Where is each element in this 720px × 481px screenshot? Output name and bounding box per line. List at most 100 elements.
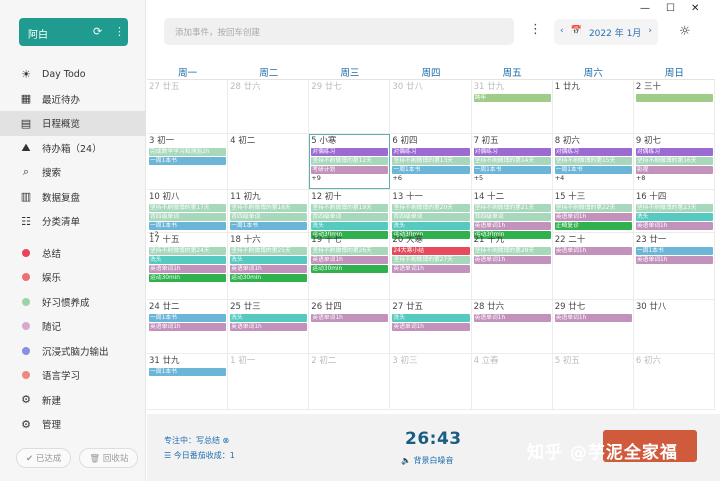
month-navigator[interactable]: ‹ 📅 2022 年 1月 ›: [554, 19, 658, 45]
more-events-link[interactable]: +5: [474, 174, 551, 183]
day-cell[interactable]: 2 初二: [309, 354, 391, 409]
current-month[interactable]: 2022 年 1月: [589, 26, 641, 39]
event-chip[interactable]: 背四级单词: [473, 213, 551, 221]
event-chip[interactable]: 背四级单词: [230, 213, 308, 221]
day-cell[interactable]: 27 廿五 洗头 英语单词1h: [390, 300, 472, 353]
event-chip[interactable]: 坚持不刷微博的第26天: [311, 247, 389, 255]
trash-button[interactable]: 🗑 回收站: [79, 448, 139, 468]
event-chip[interactable]: 英语单词1h: [554, 247, 632, 255]
event-chip[interactable]: 坚持不刷微博的第25天: [230, 247, 308, 255]
sidebar-item-1[interactable]: ▦ 最近待办: [0, 87, 146, 112]
event-input[interactable]: 添加事件，按回车创建: [164, 18, 514, 45]
day-cell[interactable]: 2 三十: [634, 80, 715, 133]
day-cell[interactable]: 15 十三 坚持不刷微博的第22天 英语单词1h 正畸复诊: [553, 190, 634, 232]
clear-focus-icon[interactable]: ⊗: [223, 436, 230, 445]
day-cell[interactable]: 28 廿六 英语单词1h: [472, 300, 553, 353]
event-chip[interactable]: 对偶练习: [311, 148, 389, 156]
day-cell[interactable]: 6 初四 对偶练习 坚持不刷微博的第13天 一周1本书 +6: [390, 134, 472, 189]
event-chip[interactable]: 运动30min: [149, 274, 227, 282]
event-chip[interactable]: 英语单词1h: [554, 213, 632, 221]
day-cell[interactable]: 31 廿九 一周1本书: [147, 354, 229, 409]
event-chip[interactable]: 英语单词1h: [554, 314, 632, 322]
day-cell[interactable]: 29 廿七 英语单词1h: [553, 300, 634, 353]
minimize-icon[interactable]: —: [640, 3, 650, 14]
day-cell[interactable]: 26 廿四 英语单词1h: [309, 300, 391, 353]
prev-month-icon[interactable]: ‹: [560, 26, 564, 38]
more-events-link[interactable]: +4: [555, 174, 632, 183]
more-events-link[interactable]: +8: [636, 174, 713, 183]
event-chip[interactable]: 坚持不刷微博的第27天: [392, 256, 470, 264]
event-chip[interactable]: 英语单词1h: [473, 256, 551, 264]
event-chip[interactable]: 坚持不刷微博的第23天: [635, 204, 713, 212]
more-icon[interactable]: ⋮: [114, 25, 125, 38]
sidebar-item-2[interactable]: ▤ 日程概览: [0, 111, 146, 136]
event-chip[interactable]: 英语单词1h: [311, 256, 389, 264]
sidebar-item-5[interactable]: ▥ 数据复盘: [0, 185, 146, 210]
event-chip[interactable]: 一周1本书: [635, 247, 713, 255]
event-chip[interactable]: 坚持不刷微博的第21天: [473, 204, 551, 212]
day-cell[interactable]: 4 立春: [472, 354, 553, 409]
event-chip[interactable]: 坚持不刷微博的第16天: [635, 157, 713, 165]
day-cell[interactable]: 16 十四 坚持不刷微博的第23天 洗头 英语单词1h: [634, 190, 715, 232]
event-chip[interactable]: 坚持不刷微博的第18天: [230, 204, 308, 212]
day-cell[interactable]: 18 十六 坚持不刷微博的第25天 洗头 英语单词1h 运动30min: [228, 233, 310, 299]
event-chip[interactable]: 一周1本书: [149, 314, 227, 322]
tool-item-1[interactable]: ⚙ 管理: [0, 412, 146, 437]
event-chip[interactable]: 坚持不刷微博的第12天: [311, 157, 389, 165]
event-chip[interactable]: 对偶练习: [392, 148, 470, 156]
event-chip[interactable]: 洗头: [311, 222, 389, 230]
more-events-link[interactable]: +6: [392, 174, 469, 183]
event-chip[interactable]: 洗头: [230, 314, 308, 322]
category-item-2[interactable]: 好习惯养成: [0, 290, 146, 315]
event-chip[interactable]: 24大寒小结: [392, 247, 470, 255]
event-chip[interactable]: 跨年: [473, 94, 551, 102]
day-cell[interactable]: 24 廿二 一周1本书 英语单词1h: [147, 300, 229, 353]
event-chip[interactable]: 英语单词1h: [473, 314, 551, 322]
sidebar-item-3[interactable]: ⛰ 待办箱（24）: [0, 136, 146, 161]
event-chip[interactable]: 坚持不刷微博的第14天: [473, 157, 551, 165]
event-chip[interactable]: 英语单词1h: [392, 323, 470, 331]
sidebar-item-4[interactable]: ⌕ 搜索: [0, 160, 146, 185]
event-chip[interactable]: 坚持不刷微博的第22天: [554, 204, 632, 212]
event-chip[interactable]: 洗头: [392, 314, 470, 322]
event-chip[interactable]: 运动30min: [230, 274, 308, 282]
category-item-3[interactable]: 随记: [0, 314, 146, 339]
day-cell[interactable]: 13 十一 坚持不刷微博的第20天 背四级单词 洗头 运动30min: [390, 190, 472, 239]
event-chip[interactable]: 英语单词1h: [473, 222, 551, 230]
event-chip[interactable]: 英语单词1h: [149, 265, 227, 273]
sidebar-item-6[interactable]: ☷ 分类清单: [0, 209, 146, 234]
day-cell[interactable]: 11 初九 坚持不刷微博的第18天 背四级单词 一周1本书: [228, 190, 310, 232]
day-cell[interactable]: 21 十九 坚持不刷微博的第28天 英语单词1h: [472, 233, 553, 299]
event-chip[interactable]: 洗头: [230, 256, 308, 264]
day-cell[interactable]: 3 初三: [390, 354, 472, 409]
day-cell[interactable]: 30 廿八: [634, 300, 715, 353]
event-chip[interactable]: 一周1本书: [149, 157, 227, 165]
day-cell[interactable]: 5 小寒 对偶练习 坚持不刷微博的第12天 考研计划 +9: [309, 134, 391, 189]
event-chip[interactable]: 一周1本书: [392, 166, 470, 174]
day-cell[interactable]: 7 初五 对偶练习 坚持不刷微博的第14天 一周1本书 +5: [472, 134, 553, 189]
day-cell[interactable]: 22 二十 英语单词1h: [553, 233, 634, 299]
event-chip[interactable]: 一周1本书: [473, 166, 551, 174]
event-chip[interactable]: 对偶练习: [473, 148, 551, 156]
day-cell[interactable]: 30 廿八: [390, 80, 472, 133]
day-cell[interactable]: 1 初一: [228, 354, 310, 409]
sidebar-item-0[interactable]: ☀ Day Todo: [0, 62, 146, 87]
done-button[interactable]: ✔ 已达成: [16, 448, 72, 468]
day-cell[interactable]: 17 十五 坚持不刷微博的第24天 洗头 英语单词1h 运动30min: [147, 233, 229, 299]
event-chip[interactable]: 英语单词1h: [311, 314, 389, 322]
event-chip[interactable]: 背四级单词: [392, 213, 470, 221]
event-chip[interactable]: 洗头: [392, 222, 470, 230]
category-item-4[interactable]: 沉浸式脑力输出: [0, 339, 146, 364]
tool-item-0[interactable]: ⚙ 新建: [0, 388, 146, 413]
event-chip[interactable]: 背四级单词: [149, 213, 227, 221]
event-chip[interactable]: 英语单词1h: [149, 323, 227, 331]
day-cell[interactable]: 4 初二: [228, 134, 310, 189]
day-cell[interactable]: 14 十二 坚持不刷微博的第21天 背四级单词 英语单词1h 运动30min: [472, 190, 553, 239]
options-icon[interactable]: ⋮: [529, 22, 542, 37]
event-chip[interactable]: 对偶练习: [635, 148, 713, 156]
sync-icon[interactable]: ⟳: [93, 25, 102, 38]
day-cell[interactable]: 20 大寒 24大寒小结 坚持不刷微博的第27天 英语单词1h: [390, 233, 472, 299]
event-chip[interactable]: 对偶练习: [554, 148, 632, 156]
day-cell[interactable]: 29 廿七: [309, 80, 391, 133]
event-chip[interactable]: 坚持不刷微博的第20天: [392, 204, 470, 212]
